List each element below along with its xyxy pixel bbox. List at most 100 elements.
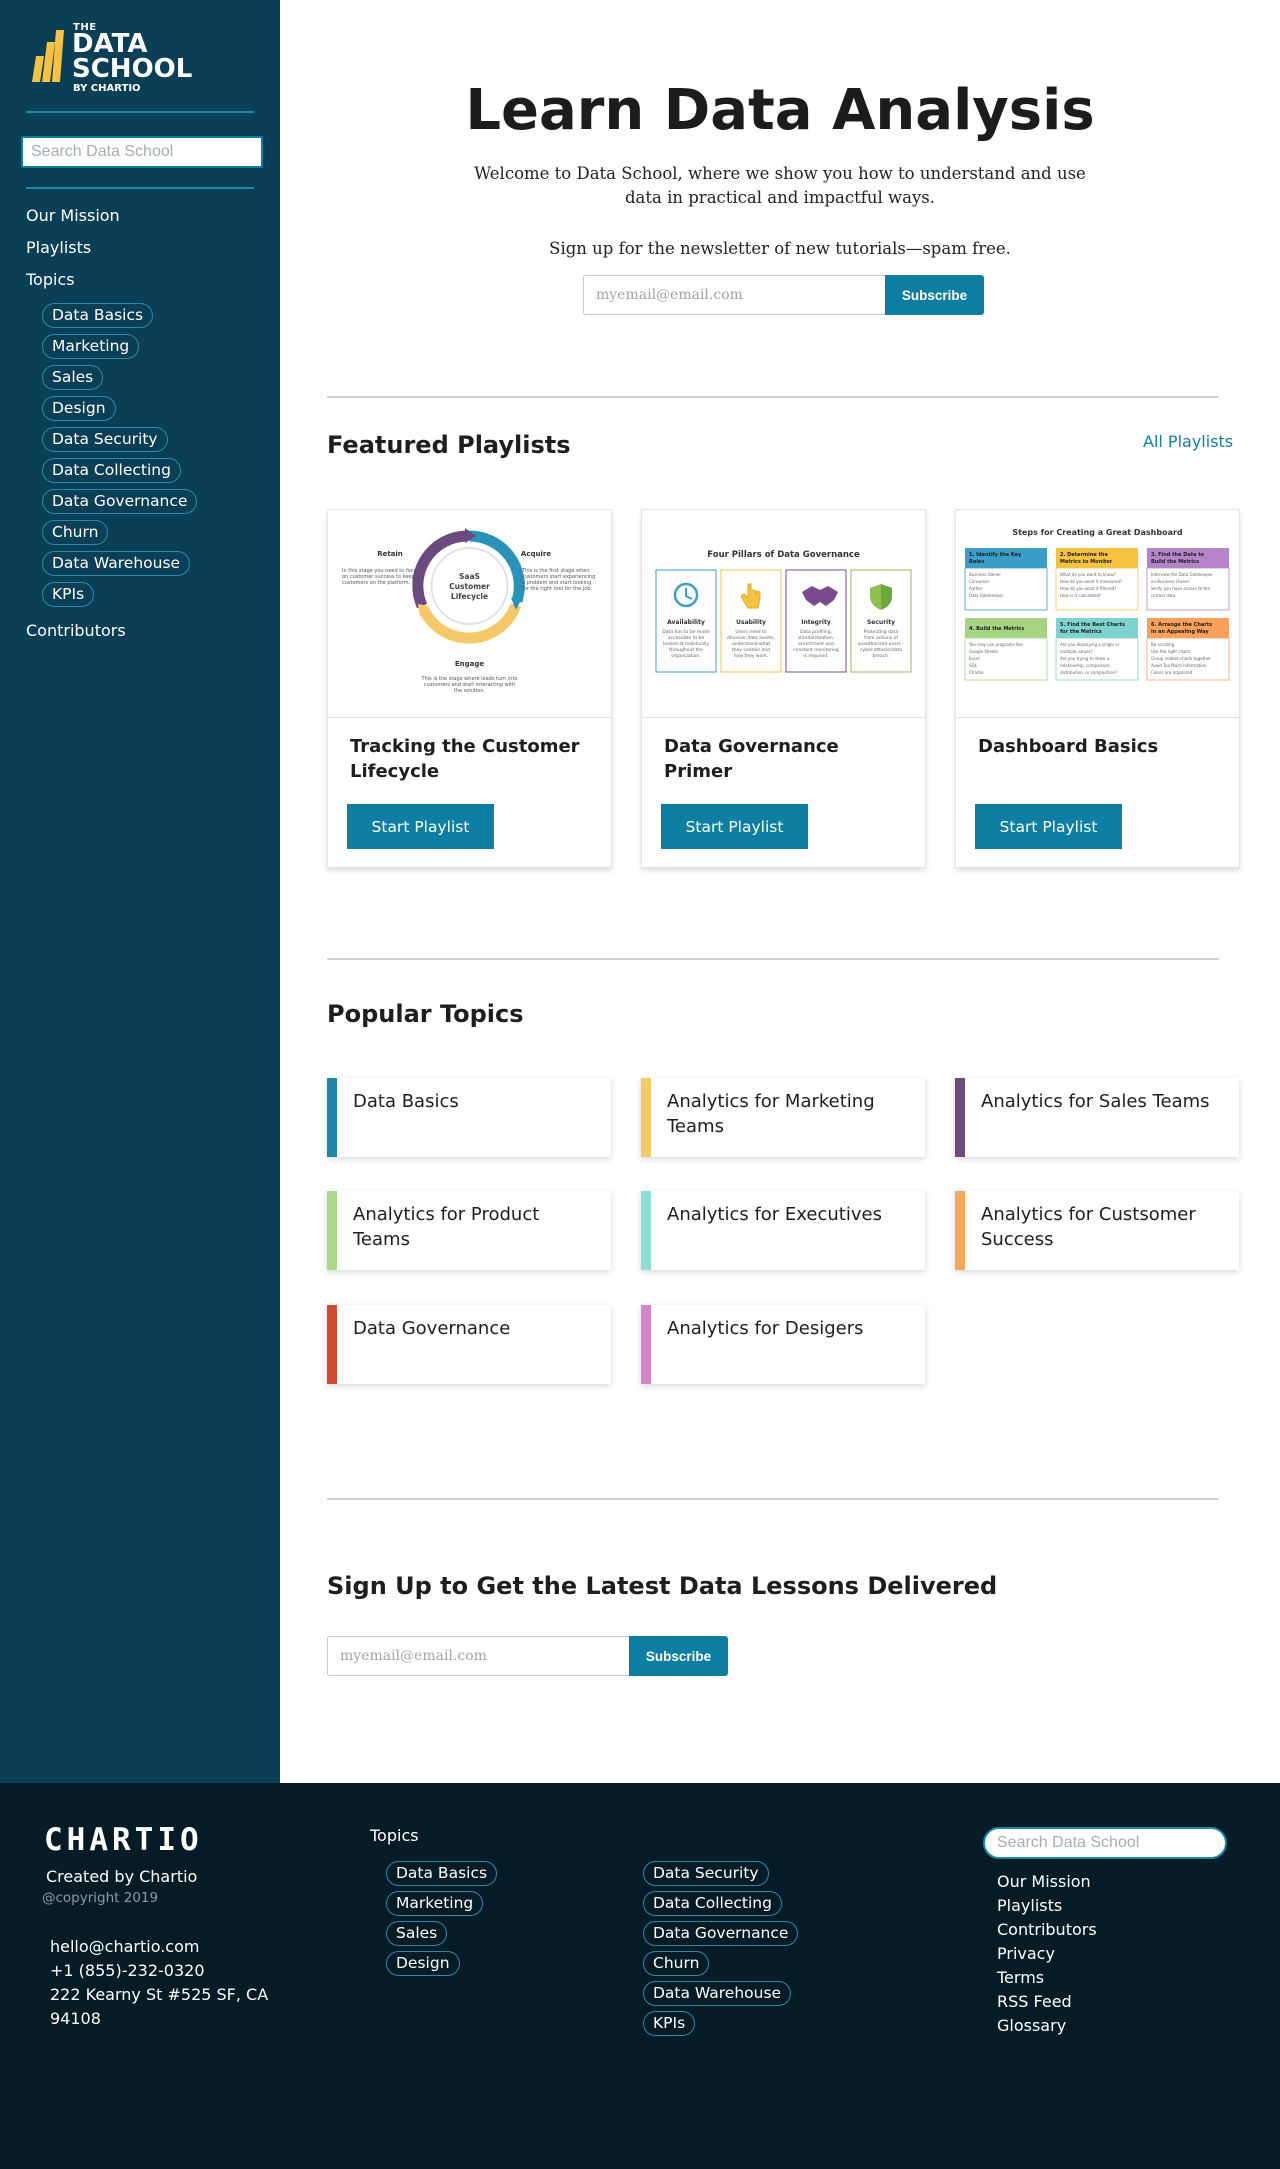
signup-email-input[interactable] bbox=[327, 1636, 629, 1676]
playlist-title[interactable]: Tracking the Customer Lifecycle bbox=[350, 734, 590, 784]
step-label: 6. Arrange the Charts bbox=[1151, 622, 1212, 628]
sidebar-topic-pill[interactable]: Sales bbox=[42, 365, 104, 390]
playlist-card[interactable]: Four Pillars of Data Governance Availabi… bbox=[641, 509, 926, 868]
playlist-thumbnail: Steps for Creating a Great Dashboard 1. … bbox=[956, 510, 1239, 718]
customer-lifecycle-diagram: SaaS Customer Lifecycle Retain Acquire E… bbox=[342, 528, 595, 694]
diagram-stage-label: Acquire bbox=[521, 550, 551, 558]
footer-link-our-mission[interactable]: Our Mission bbox=[997, 1870, 1097, 1894]
footer-topic-pill[interactable]: Data Warehouse bbox=[643, 1981, 792, 2006]
sidebar-topic-pill[interactable]: Data Governance bbox=[42, 489, 198, 514]
sidebar-link-our-mission[interactable]: Our Mission bbox=[26, 200, 266, 232]
playlist-title[interactable]: Dashboard Basics bbox=[978, 734, 1218, 759]
start-playlist-button[interactable]: Start Playlist bbox=[347, 804, 494, 849]
sidebar-topic-pill[interactable]: Marketing bbox=[42, 334, 140, 359]
footer-copyright: @copyright 2019 bbox=[42, 1890, 159, 1906]
step-label: Metrics to Monitor bbox=[1060, 559, 1113, 565]
sidebar: THE DATA SCHOOL BY CHARTIO Our Mission P… bbox=[0, 0, 280, 1783]
pillar-text: they contain and bbox=[732, 647, 770, 653]
footer-email[interactable]: hello@chartio.com bbox=[45, 1935, 275, 1959]
pillar-text: organization. bbox=[671, 653, 700, 659]
step-item: Excel bbox=[969, 656, 980, 661]
sidebar-topic-pill[interactable]: KPIs bbox=[42, 582, 95, 607]
start-playlist-button[interactable]: Start Playlist bbox=[661, 804, 808, 849]
sidebar-topic-pill[interactable]: Data Warehouse bbox=[42, 551, 191, 576]
topic-card[interactable]: Data Basics bbox=[327, 1078, 611, 1157]
footer-topic-pill[interactable]: Data Collecting bbox=[643, 1891, 782, 1916]
footer-link-glossary[interactable]: Glossary bbox=[997, 2014, 1097, 2038]
sidebar-topic-pill[interactable]: Churn bbox=[42, 520, 109, 545]
step-item: Are you trying to show a bbox=[1060, 656, 1110, 661]
sidebar-topic-pill[interactable]: Data Collecting bbox=[42, 458, 181, 483]
playlist-title[interactable]: Data Governance Primer bbox=[664, 734, 904, 784]
signup-subscribe-button[interactable]: Subscribe bbox=[629, 1636, 728, 1676]
sidebar-topic-pill[interactable]: Design bbox=[42, 396, 116, 421]
footer-topic-pill[interactable]: KPIs bbox=[643, 2011, 696, 2036]
topic-card[interactable]: Analytics for Executives bbox=[641, 1191, 925, 1270]
pillar-text: from actions of bbox=[864, 635, 898, 641]
step-item: Use the right charts bbox=[1151, 649, 1191, 654]
sidebar-topic-list: Data Basics Marketing Sales Design Data … bbox=[26, 296, 266, 615]
footer-link-playlists[interactable]: Playlists bbox=[997, 1894, 1097, 1918]
step-label: Build the Metrics bbox=[1151, 559, 1199, 565]
playlist-card[interactable]: Steps for Creating a Great Dashboard 1. … bbox=[955, 509, 1240, 868]
step-item: Avoid Too Much Information bbox=[1151, 663, 1207, 668]
footer-link-rss-feed[interactable]: RSS Feed bbox=[997, 1990, 1097, 2014]
sidebar-topic-pill[interactable]: Data Basics bbox=[42, 303, 154, 328]
newsletter-email-input[interactable] bbox=[583, 275, 885, 315]
topic-card[interactable]: Analytics for Sales Teams bbox=[955, 1078, 1239, 1157]
footer-topics-column: Data Security Data Collecting Data Gover… bbox=[643, 1857, 799, 2041]
sidebar-link-topics[interactable]: Topics bbox=[26, 264, 266, 296]
footer-topic-pill[interactable]: Data Governance bbox=[643, 1921, 799, 1946]
footer-topic-pill[interactable]: Data Security bbox=[643, 1861, 769, 1886]
newsletter-subscribe-button[interactable]: Subscribe bbox=[885, 275, 984, 315]
footer-topic-pill[interactable]: Design bbox=[386, 1951, 460, 1976]
step-label: 1. Identify the Key bbox=[969, 552, 1022, 558]
step-label: for the Metrics bbox=[1060, 629, 1102, 635]
pillar-text: is required. bbox=[803, 653, 828, 659]
footer-topic-pill[interactable]: Marketing bbox=[386, 1891, 484, 1916]
data-school-logo[interactable]: THE DATA SCHOOL BY CHARTIO bbox=[30, 22, 192, 96]
topic-card[interactable]: Analytics for Marketing Teams bbox=[641, 1078, 925, 1157]
footer-address: 222 Kearny St #525 SF, CA 94108 bbox=[50, 1985, 269, 2028]
step-item: How is it calculated? bbox=[1060, 593, 1101, 598]
footer-topic-pill[interactable]: Sales bbox=[386, 1921, 448, 1946]
topic-card[interactable]: Analytics for Desigers bbox=[641, 1305, 925, 1384]
step-item: Interview the Data Gatekeeper bbox=[1151, 572, 1213, 577]
sidebar-link-playlists[interactable]: Playlists bbox=[26, 232, 266, 264]
topic-card[interactable]: Data Governance bbox=[327, 1305, 611, 1384]
footer-link-privacy[interactable]: Privacy bbox=[997, 1942, 1097, 1966]
sidebar-search-input[interactable] bbox=[21, 136, 263, 168]
pillar-text: Protecting data bbox=[864, 629, 899, 635]
step-item: Be scrolling bbox=[1151, 642, 1175, 647]
section-divider bbox=[327, 396, 1219, 398]
footer-link-contributors[interactable]: Contributors bbox=[997, 1918, 1097, 1942]
topic-card-label: Analytics for Sales Teams bbox=[981, 1091, 1210, 1112]
step-item: How do you want it measured? bbox=[1060, 579, 1122, 584]
topic-card[interactable]: Analytics for Custsomer Success bbox=[955, 1191, 1239, 1270]
dashboard-steps-graphic: Steps for Creating a Great Dashboard 1. … bbox=[964, 528, 1230, 681]
featured-playlists-heading: Featured Playlists bbox=[327, 431, 571, 459]
newsletter-form: Subscribe bbox=[583, 275, 984, 315]
start-playlist-button[interactable]: Start Playlist bbox=[975, 804, 1122, 849]
footer-topic-pill[interactable]: Churn bbox=[643, 1951, 710, 1976]
diagram-caption: the solution. bbox=[454, 688, 486, 694]
footer-topic-pill[interactable]: Data Basics bbox=[386, 1861, 498, 1886]
main-content: Learn Data Analysis Welcome to Data Scho… bbox=[280, 0, 1280, 1783]
topic-card[interactable]: Analytics for Product Teams bbox=[327, 1191, 611, 1270]
pillar-text: constant monitoring bbox=[793, 647, 839, 653]
pillar-text: looked at holistically bbox=[663, 641, 709, 647]
topic-card-label: Analytics for Custsomer Success bbox=[981, 1204, 1196, 1250]
sidebar-topic-pill[interactable]: Data Security bbox=[42, 427, 168, 452]
step-item: Chartio bbox=[969, 670, 984, 675]
chartio-logo[interactable]: CHARTIO bbox=[44, 1822, 203, 1858]
step-item: How do you want it filtered? bbox=[1060, 586, 1116, 591]
step-item: Data Gatekeeper bbox=[969, 593, 1003, 598]
footer-search-input[interactable] bbox=[983, 1827, 1227, 1859]
all-playlists-link[interactable]: All Playlists bbox=[1143, 432, 1233, 451]
playlist-card[interactable]: SaaS Customer Lifecycle Retain Acquire E… bbox=[327, 509, 612, 868]
popular-topics-heading: Popular Topics bbox=[327, 1000, 524, 1028]
footer-link-terms[interactable]: Terms bbox=[997, 1966, 1097, 1990]
diagram-stage-label: Retain bbox=[377, 550, 403, 558]
sidebar-link-contributors[interactable]: Contributors bbox=[26, 615, 266, 647]
pillar-text: accessible to be bbox=[668, 635, 705, 641]
